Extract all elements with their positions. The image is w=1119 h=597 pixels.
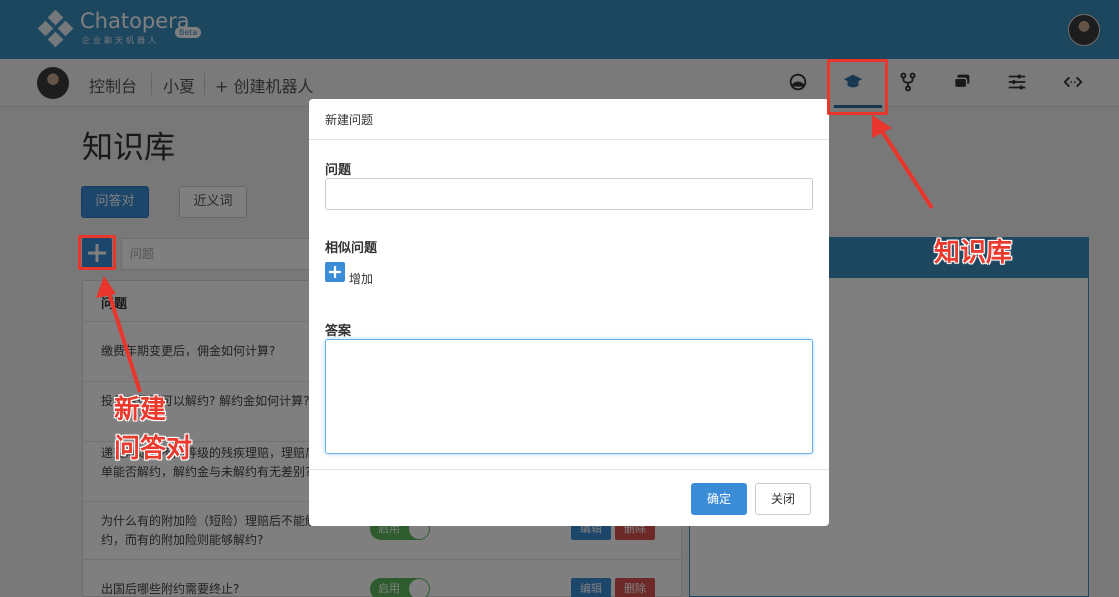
- new-qa-annotation-line2: 问答对: [114, 434, 193, 464]
- knowledge-base-annotation: 知识库: [934, 238, 1013, 268]
- new-qa-annotation-line1: 新建: [114, 395, 167, 425]
- annotation-arrows: [96, 115, 934, 393]
